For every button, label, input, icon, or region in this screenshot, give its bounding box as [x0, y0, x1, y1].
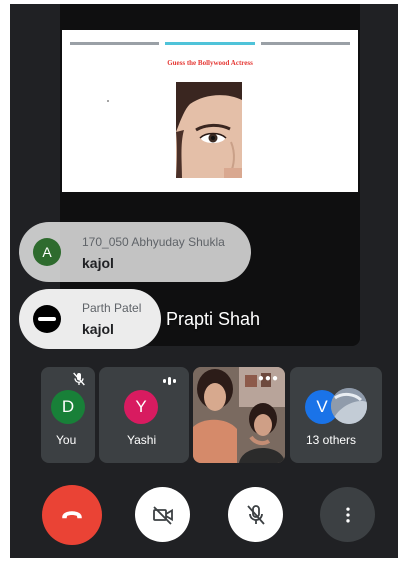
progress-segment-active	[165, 42, 255, 45]
mic-off-icon	[71, 371, 87, 392]
chat-avatar: A	[33, 238, 61, 266]
more-options-button[interactable]	[320, 487, 375, 542]
participant-name: You	[56, 433, 77, 447]
mic-off-icon	[246, 504, 265, 525]
video-off-icon	[152, 505, 173, 525]
progress-segment	[70, 42, 160, 45]
avatar-graphic	[38, 317, 56, 321]
participant-video-tile[interactable]: ●●●	[193, 367, 285, 463]
chat-avatar	[33, 305, 61, 333]
slide-dot	[107, 100, 109, 102]
participant-name: Yashi	[127, 433, 157, 447]
participant-tile-others[interactable]: V 13 others	[290, 367, 382, 463]
end-call-button[interactable]	[42, 485, 102, 545]
presentation-slide: Guess the Bollywood Actress	[62, 30, 358, 192]
avatar-photo	[331, 388, 367, 424]
phone-hangup-icon	[62, 511, 82, 519]
chat-message-text: kajol	[82, 321, 114, 337]
meet-call-screen: Guess the Bollywood Actress Prapti Shah	[10, 4, 398, 558]
chat-sender-name: Parth Patel	[82, 301, 142, 315]
slide-title: Guess the Bollywood Actress	[167, 59, 253, 67]
participant-tile-yashi[interactable]: Y Yashi	[99, 367, 189, 463]
chat-sender-name: 170_050 Abhyuday Shukla	[82, 235, 225, 249]
mic-toggle-button[interactable]	[228, 487, 283, 542]
chat-message-toast[interactable]: Parth Patel kajol	[19, 289, 161, 349]
participant-tile-you[interactable]: D You	[41, 367, 95, 463]
more-vertical-icon	[345, 507, 350, 522]
more-options-icon[interactable]: ●●●	[258, 373, 279, 384]
progress-segment	[260, 42, 350, 45]
actress-half-face-photo	[176, 82, 242, 178]
avatar: Y	[124, 390, 158, 424]
chat-message-toast[interactable]: A 170_050 Abhyuday Shukla kajol	[19, 222, 251, 282]
chat-message-text: kajol	[82, 255, 114, 271]
speaking-indicator-icon	[163, 377, 176, 385]
slide-progress-bar	[70, 42, 350, 45]
participant-name: 13 others	[306, 433, 357, 447]
avatar: D	[51, 390, 85, 424]
camera-toggle-button[interactable]	[135, 487, 190, 542]
presenter-name: Prapti Shah	[166, 309, 261, 329]
